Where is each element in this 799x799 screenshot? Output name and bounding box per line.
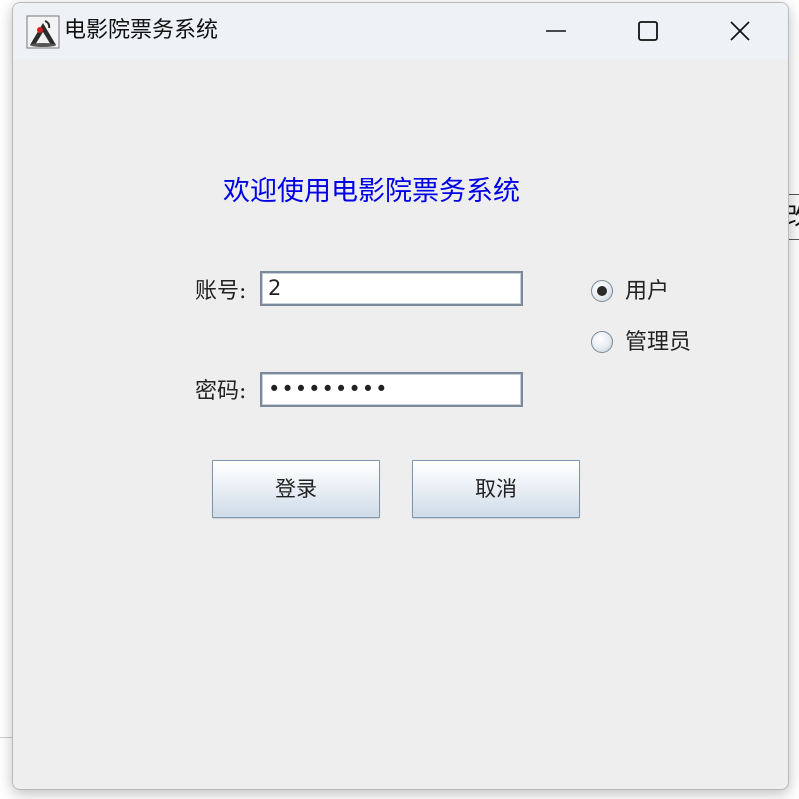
password-label: 密码: (195, 379, 247, 404)
close-icon (730, 21, 750, 41)
maximize-icon (638, 21, 658, 41)
role-radio-admin[interactable]: 管理员 (591, 329, 721, 359)
minimize-button[interactable] (510, 3, 602, 59)
role-radio-user[interactable]: 用户 (591, 278, 711, 308)
login-panel: 欢迎使用电影院票务系统 账号: 2 密码: ••••••••• 用户 管理员 登… (13, 59, 788, 789)
cancel-button[interactable]: 取消 (412, 460, 580, 518)
login-button[interactable]: 登录 (212, 460, 380, 518)
minimize-icon (546, 30, 566, 32)
java-app-icon (26, 15, 60, 49)
maximize-button[interactable] (602, 3, 694, 59)
role-user-label: 用户 (625, 279, 670, 304)
account-input[interactable]: 2 (260, 271, 523, 306)
login-window: 电影院票务系统 欢迎使用电影院票务系统 账号: 2 密码: ••••••••• … (12, 2, 789, 790)
radio-unselected-icon[interactable] (591, 331, 613, 353)
welcome-heading: 欢迎使用电影院票务系统 (223, 176, 520, 207)
close-button[interactable] (694, 3, 786, 59)
background-divider (0, 737, 12, 738)
title-bar[interactable]: 电影院票务系统 (13, 3, 788, 59)
radio-selected-icon[interactable] (591, 280, 613, 302)
account-label: 账号: (195, 279, 247, 304)
role-admin-label: 管理员 (625, 330, 692, 355)
password-input[interactable]: ••••••••• (260, 372, 523, 407)
window-title: 电影院票务系统 (64, 18, 219, 43)
